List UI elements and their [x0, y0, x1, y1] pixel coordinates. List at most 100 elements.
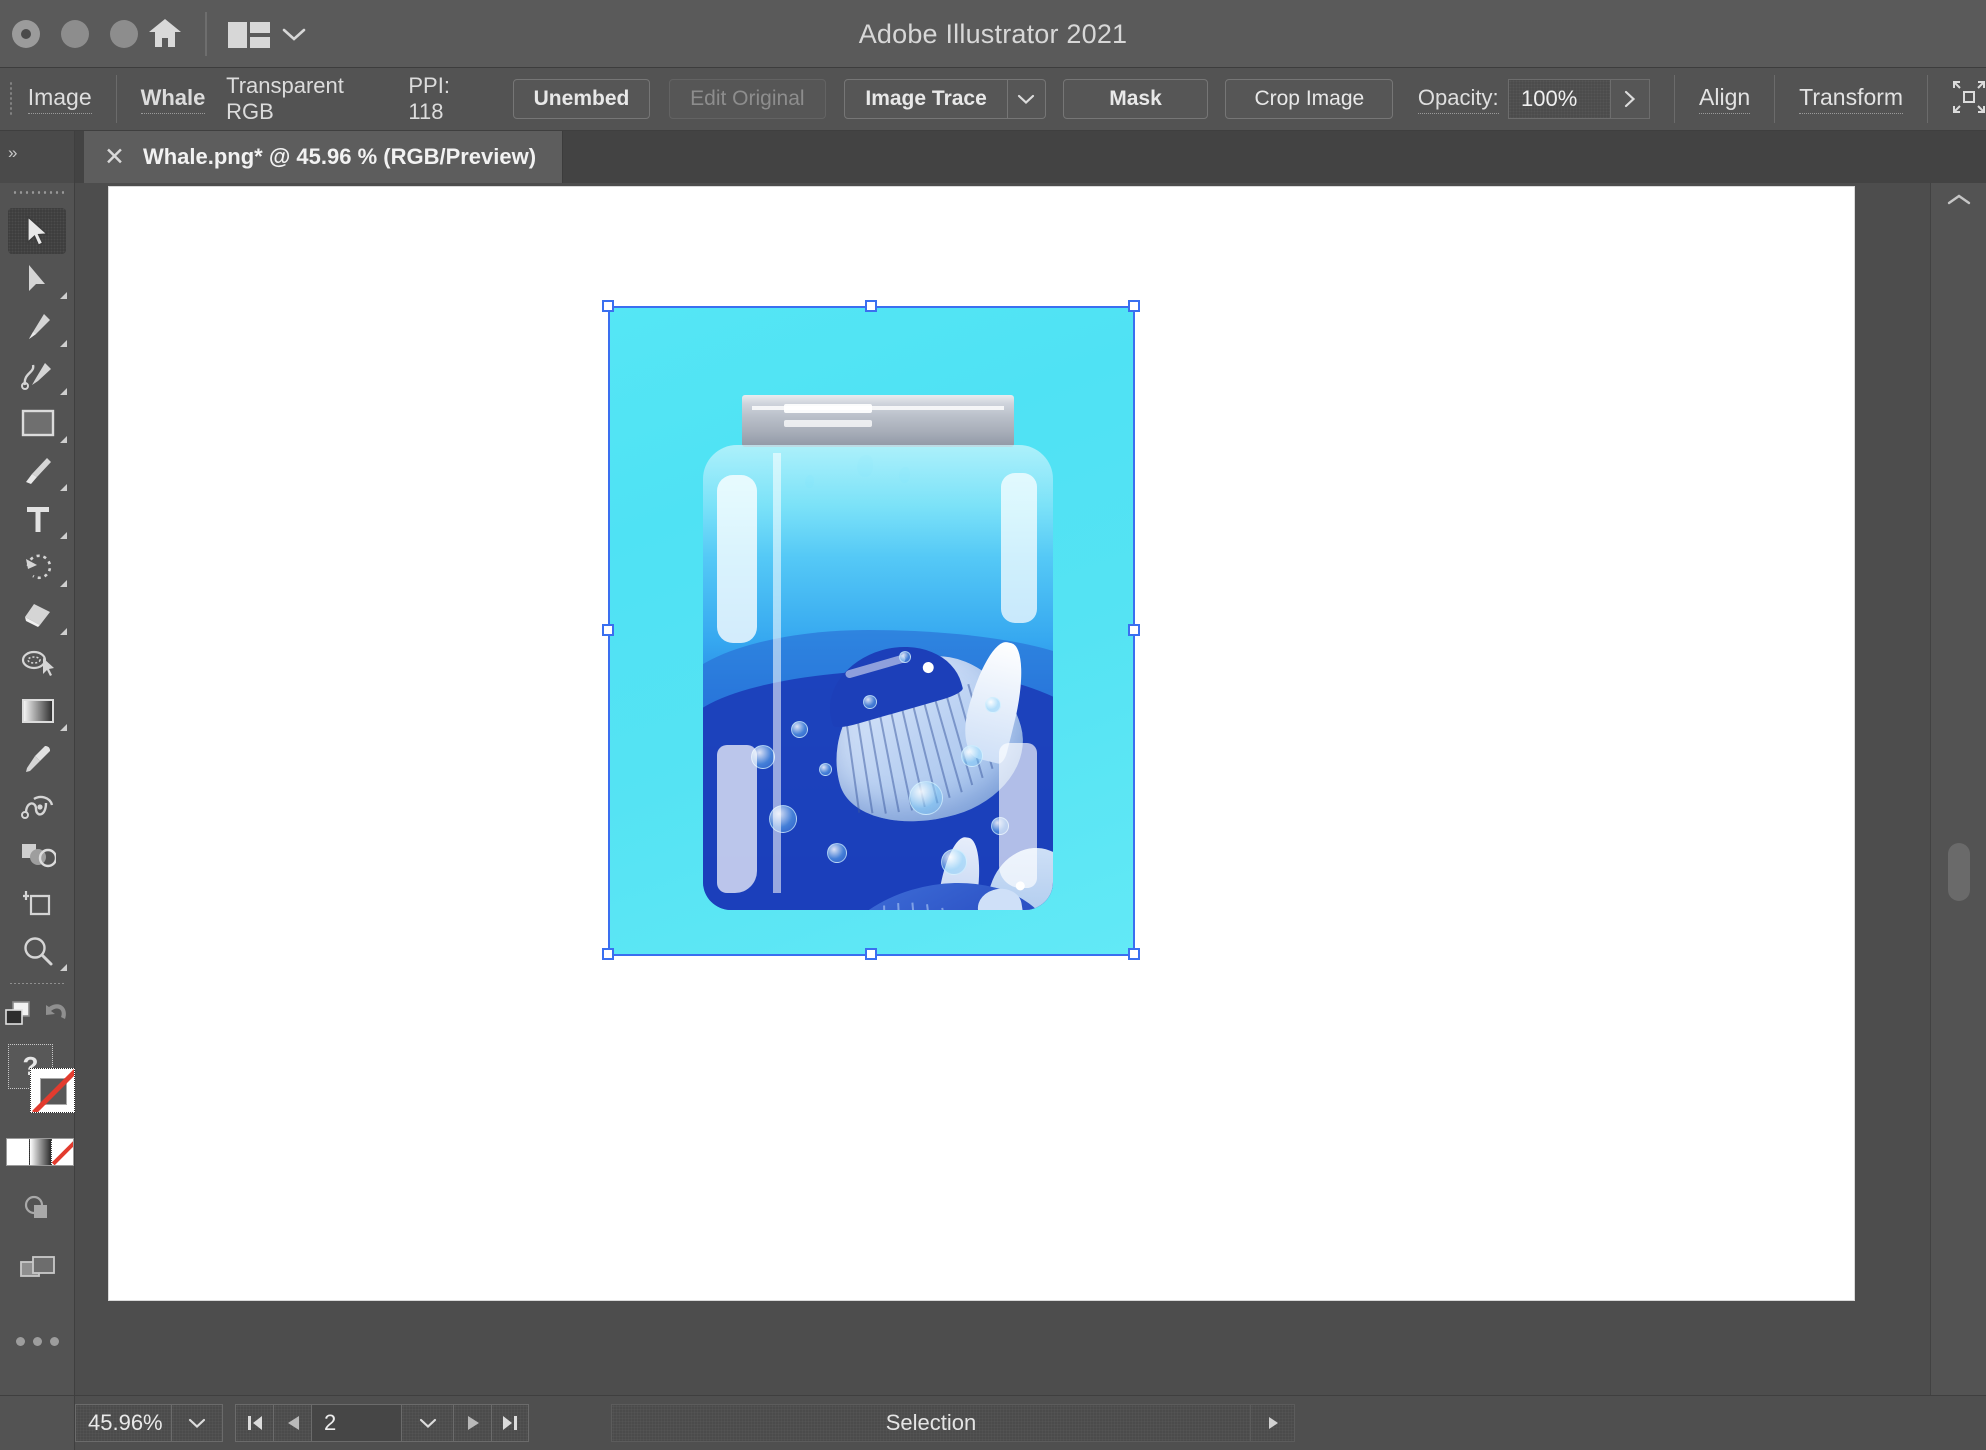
crop-image-button[interactable]: Crop Image: [1225, 79, 1394, 119]
eyedropper-tool[interactable]: [0, 735, 75, 783]
edit-original-button[interactable]: Edit Original: [669, 79, 826, 119]
close-icon[interactable]: ✕: [104, 144, 125, 170]
status-bar-rail: [0, 1395, 75, 1450]
bubble: [985, 697, 1001, 713]
arrange-documents-row[interactable]: [0, 990, 75, 1038]
zoom-chevron-down-icon[interactable]: [171, 1404, 223, 1442]
handle-bottom-left[interactable]: [602, 948, 614, 960]
swatch-mode-row[interactable]: [6, 1138, 74, 1166]
selection-tool[interactable]: [0, 207, 75, 255]
title-bar: Adobe Illustrator 2021: [0, 0, 1986, 68]
bubble: [941, 849, 967, 875]
image-trace-chevron-down-icon[interactable]: [1007, 79, 1046, 119]
status-play-arrow-icon[interactable]: [1251, 1404, 1295, 1442]
toolbar-grip[interactable]: [12, 189, 64, 196]
blend-tool[interactable]: [0, 783, 75, 831]
shape-builder-tool[interactable]: [0, 831, 75, 879]
fill-stroke-swatches[interactable]: ?: [0, 1040, 75, 1126]
jar-lid: [742, 395, 1014, 447]
handle-top-center[interactable]: [865, 300, 877, 312]
artboard-number-input[interactable]: 2: [311, 1404, 401, 1442]
artwork-container[interactable]: [602, 300, 1140, 960]
handle-bottom-center[interactable]: [865, 948, 877, 960]
next-artboard-icon[interactable]: [453, 1404, 491, 1442]
curvature-tool[interactable]: [0, 351, 75, 399]
none-swatch-icon[interactable]: [51, 1139, 73, 1165]
drawing-mode-button[interactable]: [0, 1184, 75, 1232]
status-bar: 45.96% 2 Selection: [0, 1395, 1986, 1450]
whale-in-jar-illustration[interactable]: [609, 307, 1134, 955]
bubble: [899, 651, 911, 663]
expand-toolbar-icon[interactable]: »: [8, 143, 17, 163]
artboard-navigation[interactable]: 2: [235, 1404, 529, 1442]
image-name-label: Whale: [140, 85, 206, 114]
stroke-swatch-none[interactable]: [30, 1068, 75, 1113]
jar-glass-highlight-right-top: [1001, 473, 1037, 623]
opacity-chevron-right-icon[interactable]: [1610, 79, 1651, 119]
paintbrush-tool[interactable]: [0, 447, 75, 495]
toolbar-header[interactable]: »: [0, 131, 74, 183]
app-title: Adobe Illustrator 2021: [858, 19, 1128, 49]
previous-artboard-icon[interactable]: [273, 1404, 311, 1442]
draw-normal-icon: [24, 1195, 47, 1218]
jar-glass-streak: [773, 453, 781, 893]
canvas-area[interactable]: [75, 183, 1930, 1395]
document-tab[interactable]: ✕ Whale.png* @ 45.96 % (RGB/Preview): [84, 131, 564, 183]
control-divider-1: [115, 75, 117, 123]
bubble: [827, 843, 847, 863]
align-button[interactable]: Align: [1699, 84, 1751, 114]
screen-mode-button[interactable]: [0, 1244, 75, 1292]
jar-glass-highlight-right-bottom: [999, 743, 1037, 888]
rotate-tool[interactable]: [0, 543, 75, 591]
eraser-tool[interactable]: [0, 591, 75, 639]
bubble: [863, 695, 877, 709]
artboard: [109, 187, 1854, 1300]
mask-button[interactable]: Mask: [1062, 79, 1209, 119]
artboard-chevron-down-icon[interactable]: [401, 1404, 453, 1442]
zoom-level-input[interactable]: 45.96%: [75, 1404, 171, 1442]
opacity-input[interactable]: 100%: [1508, 79, 1611, 119]
tools-panel: » ?: [0, 131, 75, 1395]
control-divider-3: [1774, 75, 1776, 123]
status-text[interactable]: Selection: [611, 1404, 1251, 1442]
pen-tool[interactable]: [0, 303, 75, 351]
direct-selection-tool[interactable]: [0, 255, 75, 303]
type-tool[interactable]: [0, 495, 75, 543]
vertical-scrollbar-thumb[interactable]: [1948, 843, 1970, 901]
color-mode-label: Transparent RGB: [226, 73, 344, 124]
control-type-label: Image: [27, 84, 92, 114]
control-divider-4: [1927, 75, 1929, 123]
document-tab-bar: ✕ Whale.png* @ 45.96 % (RGB/Preview): [0, 131, 1986, 183]
toolbar-separator: [9, 983, 65, 984]
handle-middle-left[interactable]: [602, 624, 614, 636]
handle-top-right[interactable]: [1128, 300, 1140, 312]
image-trace-group[interactable]: Image Trace: [844, 79, 1046, 119]
control-bar-grip[interactable]: [9, 81, 14, 117]
rectangle-tool[interactable]: [0, 399, 75, 447]
handle-middle-right[interactable]: [1128, 624, 1140, 636]
more-tools-icon[interactable]: [0, 1318, 75, 1364]
collapse-panel-icon[interactable]: [1952, 80, 1986, 119]
gradient-swatch-icon[interactable]: [29, 1139, 51, 1165]
bubble: [791, 721, 808, 738]
document-tab-title: Whale.png* @ 45.96 % (RGB/Preview): [142, 144, 537, 169]
jar-body: [703, 445, 1053, 910]
unembed-button[interactable]: Unembed: [512, 79, 651, 119]
last-artboard-icon[interactable]: [491, 1404, 529, 1442]
transform-button[interactable]: Transform: [1799, 84, 1904, 114]
opacity-label: Opacity:: [1417, 85, 1499, 114]
control-divider-2: [1674, 75, 1676, 123]
lasso-tool[interactable]: [0, 639, 75, 687]
handle-bottom-right[interactable]: [1128, 948, 1140, 960]
image-trace-button[interactable]: Image Trace: [844, 79, 1008, 119]
vertical-scrollbar[interactable]: [1930, 183, 1986, 1395]
zoom-tool[interactable]: [0, 927, 75, 975]
jar-glass-highlight-left-top: [717, 475, 757, 643]
gradient-tool[interactable]: [0, 687, 75, 735]
color-swatch-icon[interactable]: [7, 1139, 29, 1165]
artboard-tool[interactable]: [0, 879, 75, 927]
handle-top-left[interactable]: [602, 300, 614, 312]
bubble: [909, 781, 943, 815]
chevron-up-icon[interactable]: [1931, 189, 1986, 212]
first-artboard-icon[interactable]: [235, 1404, 273, 1442]
